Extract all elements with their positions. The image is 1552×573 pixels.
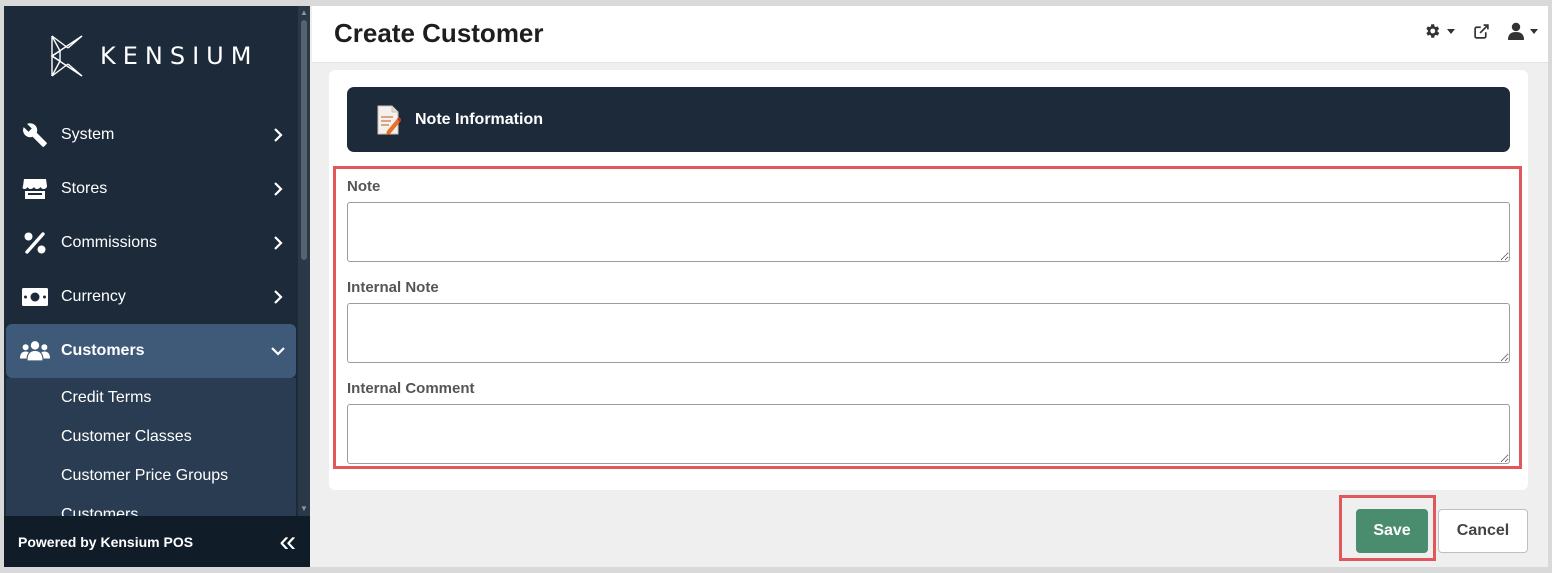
section-header-note-information: Note Information bbox=[347, 87, 1510, 152]
chevron-right-icon bbox=[268, 236, 288, 250]
app-window: KENSIUM ▲ ▼ System Stores Commissions Cu… bbox=[4, 6, 1548, 567]
submenu-item-credit-terms[interactable]: Credit Terms bbox=[61, 389, 151, 407]
chevron-down-icon bbox=[268, 346, 288, 356]
sidebar-item-label: Commissions bbox=[61, 234, 158, 251]
sidebar-scroll-thumb[interactable] bbox=[301, 20, 307, 260]
note-label: Note bbox=[347, 178, 381, 195]
store-icon bbox=[20, 174, 50, 204]
caret-down-icon bbox=[1530, 28, 1538, 34]
open-external-button[interactable] bbox=[1473, 23, 1490, 40]
settings-dropdown[interactable] bbox=[1423, 22, 1455, 40]
note-edit-icon bbox=[377, 105, 401, 135]
scroll-up-arrow-icon[interactable]: ▲ bbox=[300, 8, 308, 17]
powered-by-text: Powered by Kensium POS bbox=[18, 533, 194, 550]
internal-note-label: Internal Note bbox=[347, 279, 439, 296]
cancel-button[interactable]: Cancel bbox=[1438, 509, 1528, 553]
internal-note-textarea[interactable] bbox=[347, 303, 1510, 363]
note-textarea[interactable] bbox=[347, 202, 1510, 262]
internal-comment-textarea[interactable] bbox=[347, 404, 1510, 464]
users-icon bbox=[20, 336, 50, 366]
external-link-icon bbox=[1474, 23, 1489, 39]
chevron-right-icon bbox=[268, 182, 288, 196]
money-bill-icon bbox=[20, 282, 50, 312]
section-title: Note Information bbox=[415, 110, 543, 128]
header-actions bbox=[1423, 22, 1538, 40]
submenu-item-customer-classes[interactable]: Customer Classes bbox=[61, 428, 192, 446]
customers-submenu: Credit Terms Customer Classes Customer P… bbox=[6, 378, 296, 518]
kensium-logo-mark-icon bbox=[50, 35, 83, 77]
sidebar-item-label: Currency bbox=[61, 288, 126, 305]
page-title: Create Customer bbox=[334, 18, 544, 48]
submenu-item-customer-price-groups[interactable]: Customer Price Groups bbox=[61, 467, 228, 485]
sidebar-item-system[interactable]: System bbox=[6, 108, 296, 162]
internal-comment-label: Internal Comment bbox=[347, 380, 475, 397]
user-icon bbox=[1508, 22, 1524, 40]
kensium-logo: KENSIUM bbox=[48, 34, 258, 78]
brand-name: KENSIUM bbox=[100, 42, 259, 70]
save-button[interactable]: Save bbox=[1356, 509, 1428, 553]
sidebar-item-label: Stores bbox=[61, 180, 108, 197]
gear-icon bbox=[1426, 24, 1440, 38]
sidebar-item-customers[interactable]: Customers bbox=[6, 324, 296, 378]
sidebar: KENSIUM ▲ ▼ System Stores Commissions Cu… bbox=[4, 6, 310, 567]
sidebar-footer: Powered by Kensium POS « bbox=[4, 516, 310, 567]
chevron-right-icon bbox=[268, 290, 288, 304]
user-menu-dropdown[interactable] bbox=[1508, 22, 1538, 40]
wrench-icon bbox=[20, 120, 50, 150]
collapse-sidebar-icon[interactable]: « bbox=[279, 526, 296, 557]
scroll-down-arrow-icon[interactable]: ▼ bbox=[300, 504, 308, 513]
sidebar-item-stores[interactable]: Stores bbox=[6, 162, 296, 216]
chevron-right-icon bbox=[268, 128, 288, 142]
sidebar-item-label: Customers bbox=[61, 342, 145, 359]
caret-down-icon bbox=[1447, 28, 1455, 34]
top-header: Create Customer bbox=[312, 6, 1548, 63]
sidebar-item-commissions[interactable]: Commissions bbox=[6, 216, 296, 270]
percent-icon bbox=[20, 228, 50, 258]
sidebar-item-label: System bbox=[61, 126, 115, 143]
sidebar-item-currency[interactable]: Currency bbox=[6, 270, 296, 324]
